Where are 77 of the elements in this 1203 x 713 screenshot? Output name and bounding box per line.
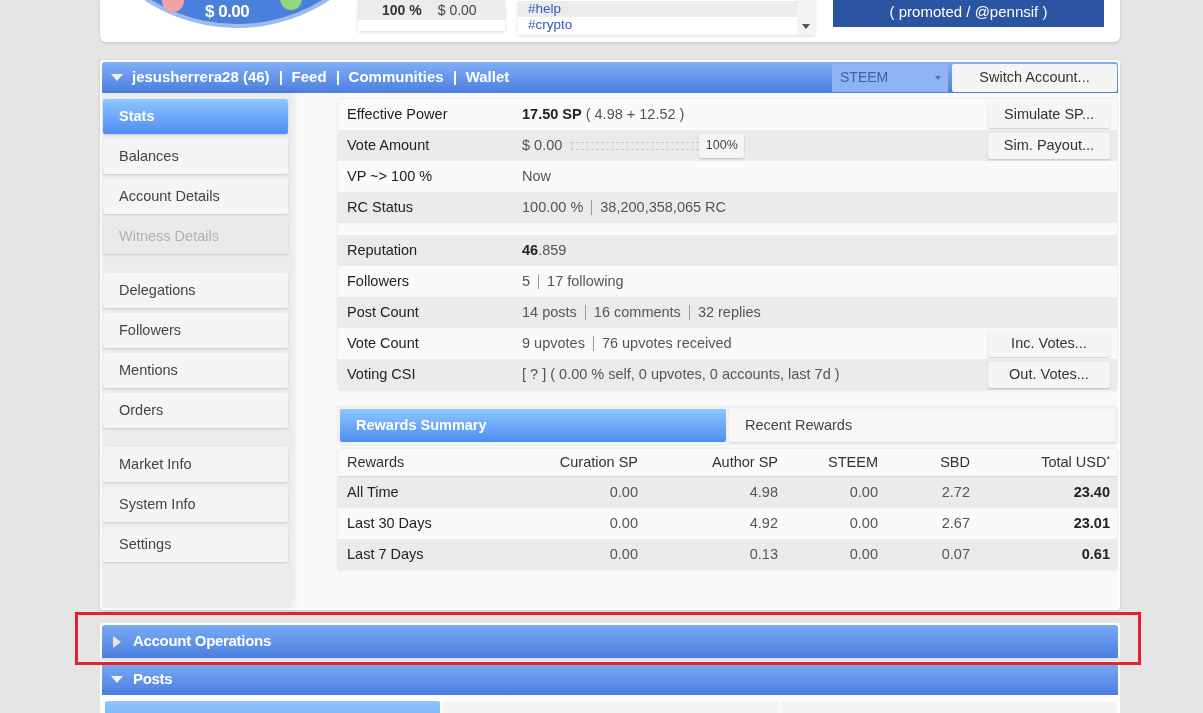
section-title: Account Operations <box>133 631 271 652</box>
stat-value: 14 posts <box>522 302 577 322</box>
table-cell-text: 23.01 <box>1072 513 1111 533</box>
stat-value: 76 upvotes received <box>601 333 732 353</box>
stat-value: 32 replies <box>697 302 761 322</box>
sidebar-item[interactable]: Balances <box>103 139 288 174</box>
table-cell-text: 0.07 <box>940 544 971 564</box>
table-cell-text: 0.00 <box>608 544 639 564</box>
stat-value: 38,200,358,065 RC <box>600 197 727 217</box>
stat-label: Voting CSI <box>346 364 417 384</box>
sidebar-item[interactable]: Settings <box>103 527 288 562</box>
switch-account-button[interactable]: Switch Account... <box>952 63 1117 92</box>
sidebar-item[interactable]: Orders <box>103 393 288 428</box>
column-header: SBD <box>939 452 971 472</box>
sidebar-item[interactable]: System Info <box>103 487 288 522</box>
table-cell-text: 0.00 <box>608 482 639 502</box>
column-header: Rewards <box>346 452 406 472</box>
table-cell-text: 0.00 <box>848 544 879 564</box>
caret-down-icon[interactable] <box>111 74 123 81</box>
stat-value: 17.50 SP ( 4.98 + 12.52 ) <box>522 104 685 124</box>
promoted-button[interactable]: ( promoted / @pennsif ) <box>833 0 1104 27</box>
sidebar-item[interactable]: Followers <box>103 313 288 348</box>
table-cell-text: Last 30 Days <box>346 513 433 533</box>
stat-value: 16 comments <box>593 302 681 322</box>
stat-label: VP ~> 100 % <box>346 166 434 186</box>
scroll-down-icon[interactable] <box>802 24 810 29</box>
table-cell-text: 2.67 <box>940 513 971 533</box>
stat-label: Post Count <box>346 302 420 322</box>
scrollbar[interactable] <box>797 0 815 35</box>
caret-down-icon[interactable] <box>111 675 123 683</box>
tag-item[interactable]: #help <box>518 1 797 17</box>
table-cell-text: 2.72 <box>940 482 971 502</box>
table-cell-text: 4.92 <box>748 513 779 533</box>
stat-action-button[interactable]: Simulate SP... <box>988 101 1110 128</box>
stat-action-button[interactable]: Inc. Votes... <box>988 330 1110 357</box>
caret-down-icon <box>935 75 941 80</box>
table-cell-text: 0.00 <box>848 513 879 533</box>
column-header: Author SP <box>710 452 779 472</box>
table-cell-text: 0.13 <box>748 544 779 564</box>
power-cell-text: 100 % <box>382 0 422 20</box>
stat-action-button[interactable]: Out. Votes... <box>988 361 1110 388</box>
section-title: Posts <box>133 668 173 689</box>
slider-handle[interactable]: 100% <box>699 133 745 158</box>
caret-right-icon[interactable] <box>113 635 121 648</box>
stat-value: 9 upvotes <box>522 333 585 353</box>
column-header: Total USD$^{*}$ <box>1040 452 1111 472</box>
vote-slider-track[interactable]: 100% <box>571 133 745 158</box>
table-cell-text: 0.61 <box>1080 544 1111 564</box>
stat-label: Reputation <box>346 240 419 260</box>
stat-value: 17 following <box>547 271 624 291</box>
stat-label: Effective Power <box>346 104 449 124</box>
stat-value: $ 0.00 <box>522 135 563 155</box>
sidebar-item[interactable]: Market Info <box>103 447 288 482</box>
column-header: STEEM <box>827 452 879 472</box>
gauge-value: $ 0.00 <box>205 2 250 22</box>
table-cell-text: 4.98 <box>748 482 779 502</box>
stat-label: Vote Count <box>346 333 420 353</box>
table-cell-text: Last 7 Days <box>346 544 425 564</box>
sidebar-item[interactable]: Account Details <box>103 179 288 214</box>
column-header: Curation SP <box>558 452 639 472</box>
stat-value: 46.859 <box>522 240 567 260</box>
stat-value: 100.00 % <box>522 197 584 217</box>
stat-label: Followers <box>346 271 411 291</box>
power-cell-text: $ 0.00 <box>437 0 477 20</box>
stat-action-button[interactable]: Sim. Payout... <box>988 132 1110 159</box>
stat-value: [ ? ] ( 0.00 % self, 0 upvotes, 0 accounts, last 7d ) <box>522 364 840 384</box>
stat-value: Now <box>522 166 551 186</box>
table-cell-text: 23.40 <box>1072 482 1111 502</box>
stat-label: RC Status <box>346 197 415 217</box>
table-cell-text: 0.00 <box>848 482 879 502</box>
table-cell-text: All Time <box>346 482 400 502</box>
rewards-tab[interactable]: Recent Rewards <box>729 409 1115 442</box>
sidebar-item[interactable]: Delegations <box>103 273 288 308</box>
table-cell-text: 0.00 <box>608 513 639 533</box>
stat-label: Vote Amount <box>346 135 431 155</box>
sidebar-item[interactable]: Mentions <box>103 353 288 388</box>
stat-value: 5 <box>522 271 531 291</box>
